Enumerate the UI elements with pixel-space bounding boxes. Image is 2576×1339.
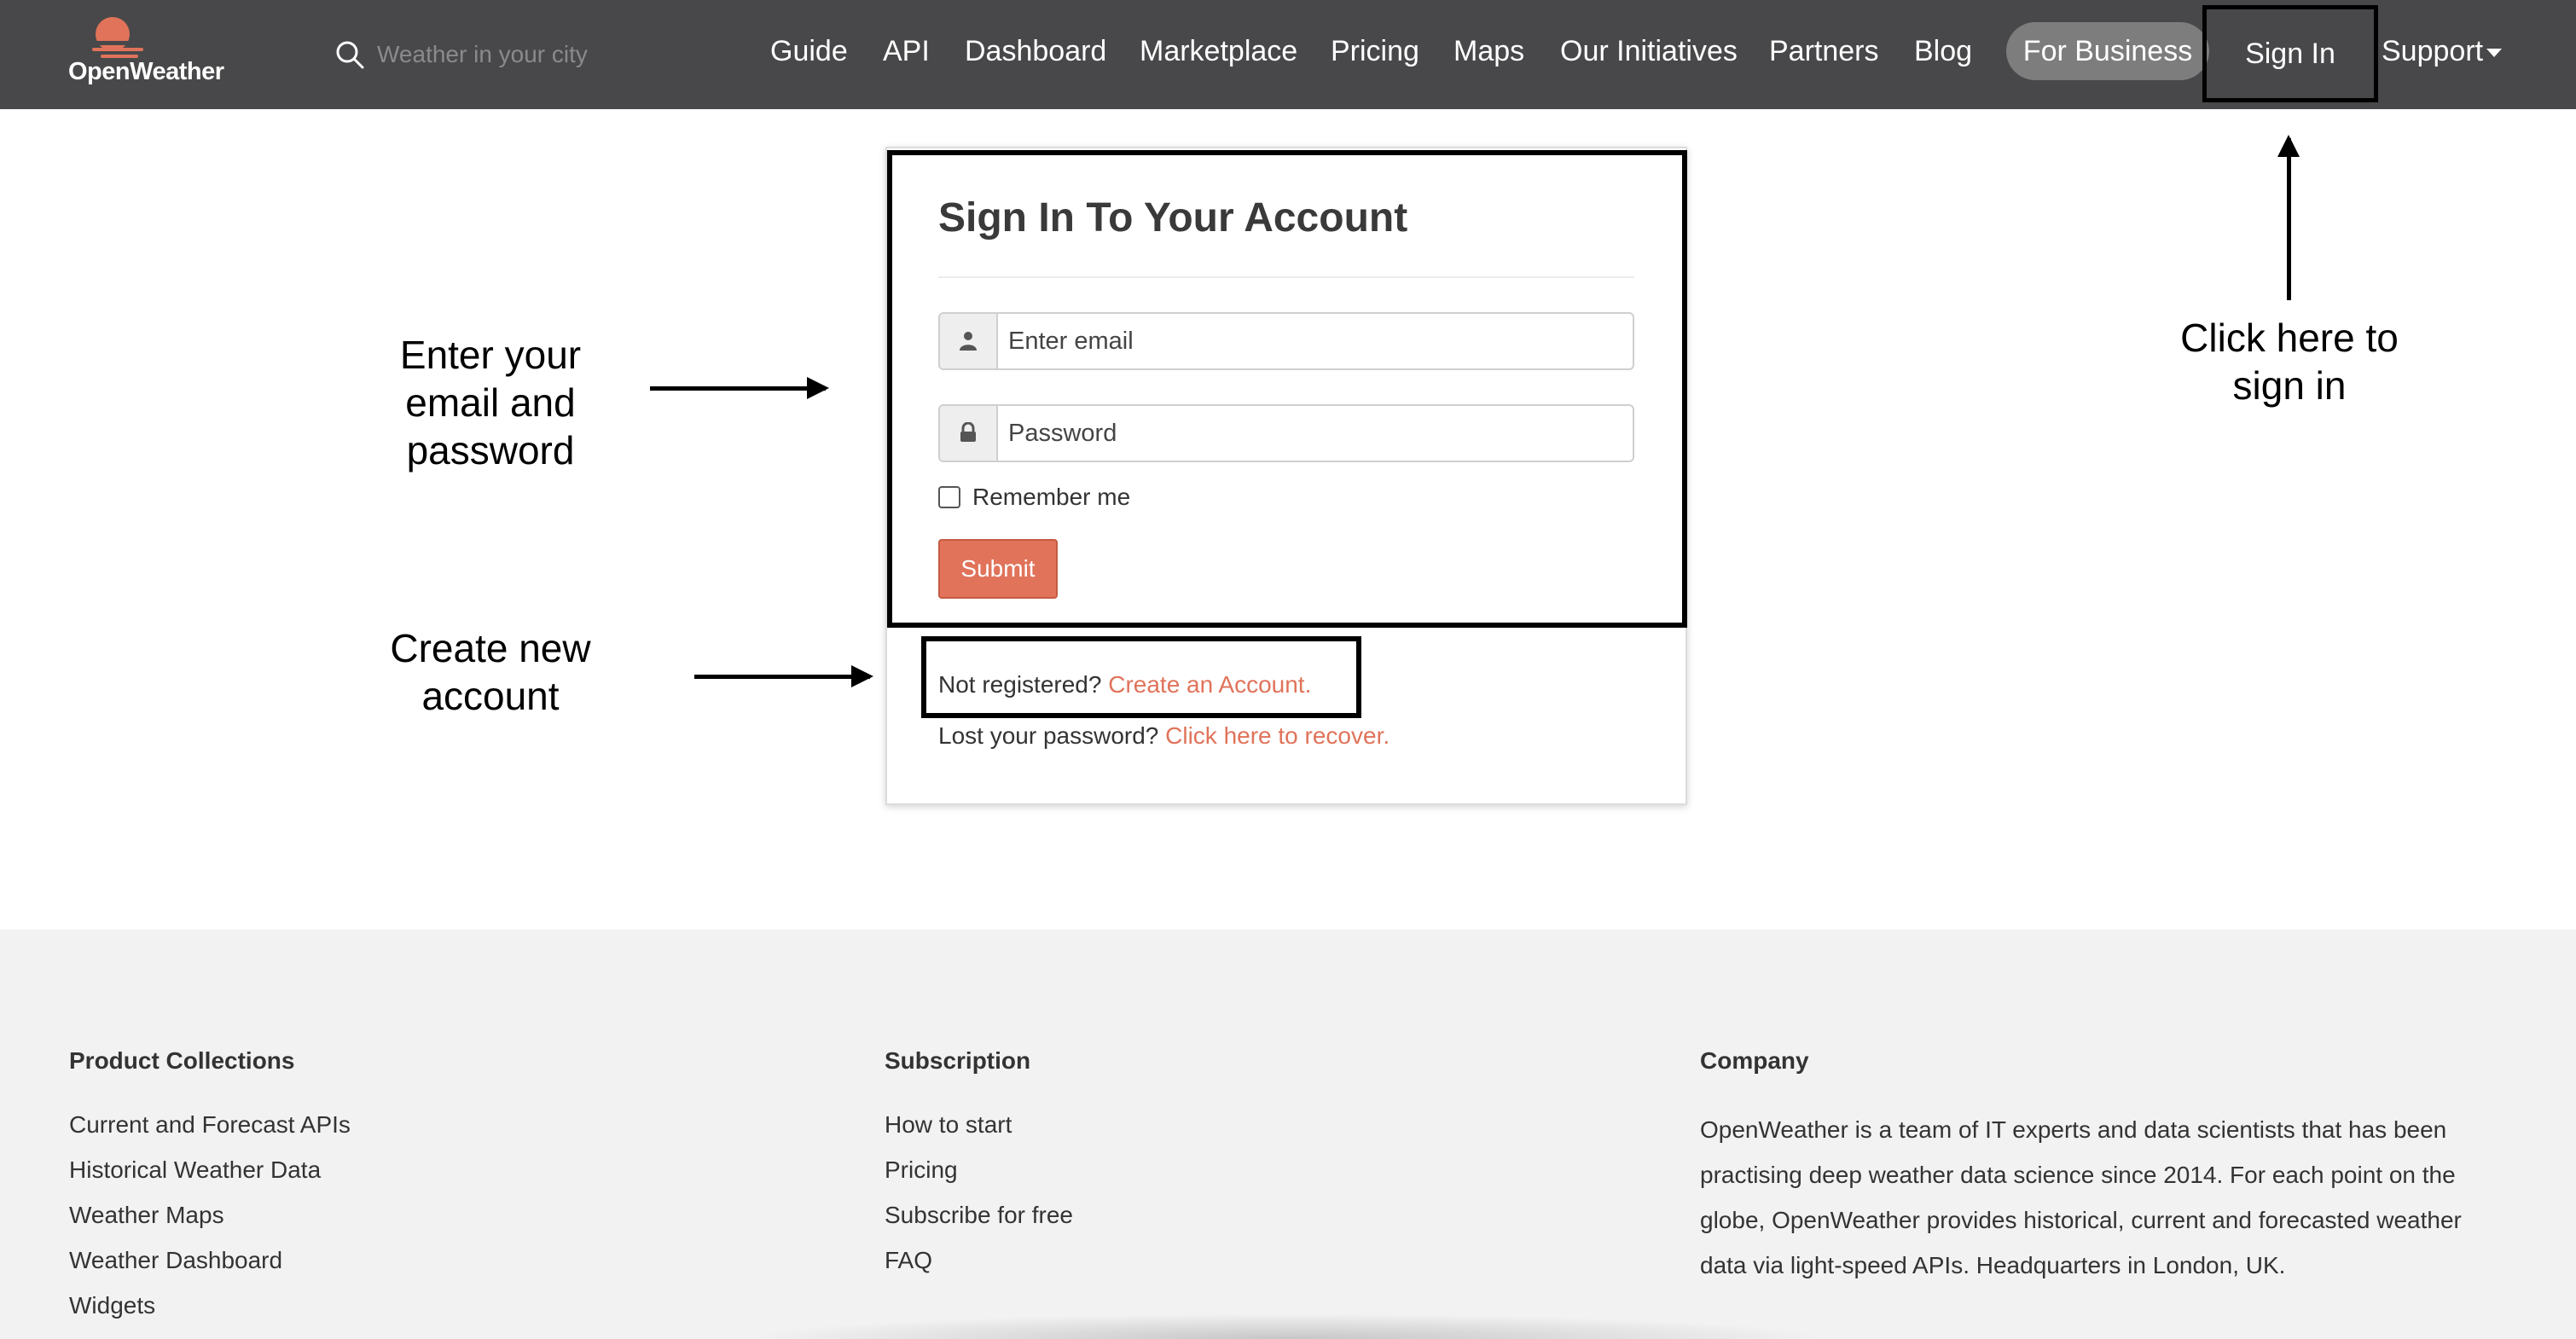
caret-down-icon (2486, 49, 2503, 58)
nav-blog[interactable]: Blog (1914, 32, 1972, 70)
annotation-line: Click here to (2180, 316, 2399, 360)
search-bar (331, 29, 655, 80)
nav-maps[interactable]: Maps (1453, 32, 1524, 70)
arrow-up-icon (2277, 135, 2300, 300)
annotation-line: Create new (390, 626, 591, 670)
nav-guide[interactable]: Guide (770, 32, 848, 70)
footer-heading: Subscription (885, 1047, 1031, 1074)
footer-link[interactable]: Widgets (69, 1291, 155, 1320)
annotation-line: sign in (2232, 363, 2347, 408)
email-field (938, 312, 1634, 370)
remember-me-checkbox[interactable] (938, 486, 960, 508)
logo-text: OpenWeather (68, 58, 224, 85)
footer-heading: Company (1700, 1047, 1809, 1074)
email-input[interactable] (1008, 321, 1622, 362)
search-input[interactable] (377, 36, 650, 73)
nav-support-dropdown[interactable]: Support (2382, 32, 2503, 70)
nav-marketplace[interactable]: Marketplace (1140, 32, 1297, 70)
footer-link[interactable]: Historical Weather Data (69, 1156, 321, 1185)
password-field (938, 404, 1634, 462)
recover-line: Lost your password? Click here to recove… (938, 722, 1390, 751)
password-addon (940, 406, 998, 461)
footer-link[interactable]: Weather Dashboard (69, 1246, 282, 1275)
nav-dashboard[interactable]: Dashboard (965, 32, 1106, 70)
lock-icon (960, 422, 976, 442)
sun-logo-icon (82, 17, 147, 58)
annotation-line: password (406, 428, 575, 472)
footer-subscription: Subscription How to start Pricing Subscr… (885, 1046, 1482, 1301)
footer-company: Company OpenWeather is a team of IT expe… (1700, 1046, 2485, 1301)
password-input[interactable] (1008, 413, 1622, 454)
submit-button[interactable]: Submit (938, 539, 1058, 599)
footer-link[interactable]: Current and Forecast APIs (69, 1110, 351, 1139)
footer-heading: Product Collections (69, 1047, 295, 1074)
annotation-line: email and (405, 380, 576, 425)
register-prefix: Not registered? (938, 671, 1102, 698)
openweather-logo[interactable]: OpenWeather (68, 15, 239, 92)
annotation-line: Enter your (399, 333, 582, 377)
nav-sign-in[interactable]: Sign In (2207, 9, 2374, 98)
register-line: Not registered? Create an Account. (938, 670, 1311, 699)
annotation-enter-credentials: Enter your email and password (358, 331, 623, 474)
signin-title: Sign In To Your Account (938, 195, 1408, 241)
user-icon (960, 332, 977, 351)
create-account-link[interactable]: Create an Account. (1108, 671, 1311, 698)
arrow-right-icon (694, 665, 873, 687)
footer-link[interactable]: How to start (885, 1110, 1012, 1139)
signin-highlight-box: Sign In (2202, 5, 2378, 102)
title-divider (938, 276, 1634, 278)
nav-partners[interactable]: Partners (1769, 32, 1879, 70)
email-addon (940, 314, 998, 368)
for-business-button[interactable]: For Business (2006, 22, 2209, 80)
annotation-create-account: Create new account (358, 624, 623, 720)
annotation-line: account (421, 674, 560, 718)
footer-link[interactable]: Weather Maps (69, 1201, 224, 1230)
lost-password-prefix: Lost your password? (938, 722, 1159, 749)
footer-link[interactable]: FAQ (885, 1246, 932, 1275)
footer-product-collections: Product Collections Current and Forecast… (69, 1046, 666, 1336)
company-description: OpenWeather is a team of IT experts and … (1700, 1116, 2462, 1278)
top-navigation: OpenWeather Guide API Dashboard Marketpl… (0, 0, 2576, 109)
nav-our-initiatives[interactable]: Our Initiatives (1560, 32, 1738, 70)
annotation-click-sign-in: Click here to sign in (2153, 314, 2426, 409)
recover-password-link[interactable]: Click here to recover. (1165, 722, 1390, 749)
support-label: Support (2382, 35, 2484, 67)
arrow-right-icon (650, 377, 829, 399)
footer-link[interactable]: Subscribe for free (885, 1201, 1073, 1230)
nav-api[interactable]: API (883, 32, 930, 70)
remember-me-label[interactable]: Remember me (972, 483, 1130, 512)
nav-pricing[interactable]: Pricing (1331, 32, 1419, 70)
search-icon[interactable] (334, 39, 365, 70)
footer-link[interactable]: Pricing (885, 1156, 958, 1185)
